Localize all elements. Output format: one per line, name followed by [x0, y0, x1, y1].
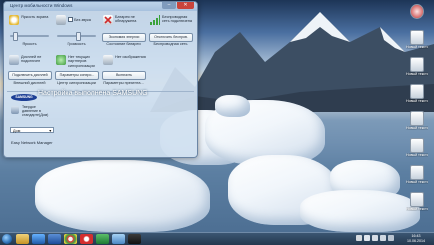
samsung-logo: SAMSUNG [11, 94, 37, 101]
chrome-icon[interactable] [64, 234, 77, 244]
word-icon[interactable] [48, 234, 61, 244]
network-profile-label: Твердое давление в стандарте(Дом) [22, 105, 49, 118]
tile-sync: Нет текущих партнеров синхронизации Пара… [54, 53, 99, 91]
desktop-icon[interactable]: Новый текстов... [406, 165, 428, 184]
brightness-slider-knob[interactable] [12, 32, 18, 41]
text-file-icon [410, 165, 424, 180]
tile-presentation: Нет изображения Включить Параметры презе… [101, 53, 146, 91]
network-manager-icon [11, 106, 19, 114]
volume-slider[interactable] [57, 32, 96, 41]
ice-floe [215, 95, 250, 117]
tile-brightness: Яркость экрана Яркость [7, 13, 52, 51]
ice-floe [300, 190, 420, 232]
text-file-icon [410, 84, 424, 99]
battery-missing-icon [103, 15, 113, 25]
disable-wireless-button[interactable]: Отключить беспров. [149, 33, 193, 42]
desktop-icon[interactable]: Новый текстов... [406, 57, 428, 76]
minimize-button[interactable]: – [162, 2, 176, 9]
media-player-icon[interactable] [32, 234, 45, 244]
explorer-icon[interactable] [16, 234, 29, 244]
display-label: Дисплей не подключен [21, 55, 42, 64]
tray-expand-icon[interactable] [356, 235, 362, 241]
tile-volume: Без звука Громкость [54, 13, 99, 51]
speaker-icon [56, 15, 66, 25]
wifi-signal-icon [150, 15, 160, 25]
desktop-icon[interactable]: Новый текстов... [406, 30, 428, 49]
volume-caption: Громкость [67, 42, 86, 46]
clock[interactable]: 16:43 10.06.2014 [404, 234, 428, 244]
close-button[interactable]: ✕ [177, 2, 194, 9]
taskbar: 16:43 10.06.2014 [0, 232, 434, 245]
battery-label: Батарея не обнаружена [115, 15, 137, 24]
monitor-icon [9, 55, 19, 65]
text-file-icon [410, 192, 424, 207]
power-saving-dropdown[interactable]: Экономия энергии [102, 33, 146, 42]
text-file-icon [410, 30, 424, 45]
connect-display-button[interactable]: Подключить дисплей [8, 71, 52, 80]
keyboard-layout-icon[interactable] [388, 235, 394, 241]
ice-floe [35, 160, 210, 232]
desktop-icon[interactable]: Новый текстов... [406, 111, 428, 130]
mute-checkbox[interactable] [68, 17, 73, 22]
sync-caption: Центр синхронизации [57, 81, 96, 85]
tile-battery: Батарея не обнаружена Экономия энергии С… [101, 13, 146, 51]
volume-slider-knob[interactable] [76, 32, 82, 41]
flag-icon[interactable] [364, 235, 370, 241]
terminal-icon[interactable] [128, 234, 141, 244]
easy-network-manager-label: Easy Network Manager [11, 140, 53, 145]
brightness-slider[interactable] [10, 32, 49, 41]
title-bar[interactable]: Центр мобильности Windows – ✕ [4, 2, 197, 11]
text-file-icon [410, 57, 424, 72]
brightness-label: Яркость экрана [21, 15, 49, 19]
opera-icon[interactable] [80, 234, 93, 244]
app-icon [410, 4, 424, 19]
battery-caption: Состояние батареи [106, 42, 141, 46]
enable-presentation-button[interactable]: Включить [102, 71, 146, 80]
sync-label: Нет текущих партнеров синхронизации [68, 55, 95, 68]
desktop-icon[interactable] [406, 4, 428, 19]
presentation-label: Нет изображения [115, 55, 146, 59]
projector-icon [103, 55, 113, 65]
wireless-label: Беспроводная сеть подключена [162, 15, 192, 24]
brightness-icon [9, 15, 19, 25]
mobility-center-window[interactable]: Центр мобильности Windows – ✕ Яркость эк… [3, 1, 198, 158]
notification-text: Настройка выполнена SAMSUNG [38, 90, 148, 97]
desktop-icon[interactable]: Новый текстов... [406, 192, 428, 211]
paint-icon[interactable] [112, 234, 125, 244]
text-file-icon [410, 111, 424, 126]
start-button[interactable] [2, 234, 12, 244]
sync-icon [56, 55, 66, 65]
window-title: Центр мобильности Windows [10, 3, 73, 8]
desktop-icon[interactable]: Новый текстов... [406, 84, 428, 103]
dropdown-value: Дом [13, 129, 21, 133]
chevron-down-icon: ▼ [48, 129, 52, 133]
excel-icon[interactable] [96, 234, 109, 244]
brightness-caption: Яркость [22, 42, 37, 46]
wireless-caption: Беспроводная сеть [153, 42, 188, 46]
clock-date: 10.06.2014 [407, 238, 425, 243]
mute-label: Без звука [74, 18, 91, 22]
network-icon[interactable] [372, 235, 378, 241]
tile-wireless: Беспроводная сеть подключена Отключить б… [148, 13, 193, 51]
presentation-caption: Параметры презента... [103, 81, 144, 85]
display-caption: Внешний дисплей [13, 81, 46, 85]
desktop-icon[interactable]: Новый текстов... [406, 138, 428, 157]
text-file-icon [410, 138, 424, 153]
network-profile-dropdown[interactable]: Дом ▼ [10, 127, 54, 133]
volume-icon[interactable] [380, 235, 386, 241]
sync-settings-button[interactable]: Параметры синхро... [55, 71, 99, 80]
tile-display: Дисплей не подключен Подключить дисплей … [7, 53, 52, 91]
